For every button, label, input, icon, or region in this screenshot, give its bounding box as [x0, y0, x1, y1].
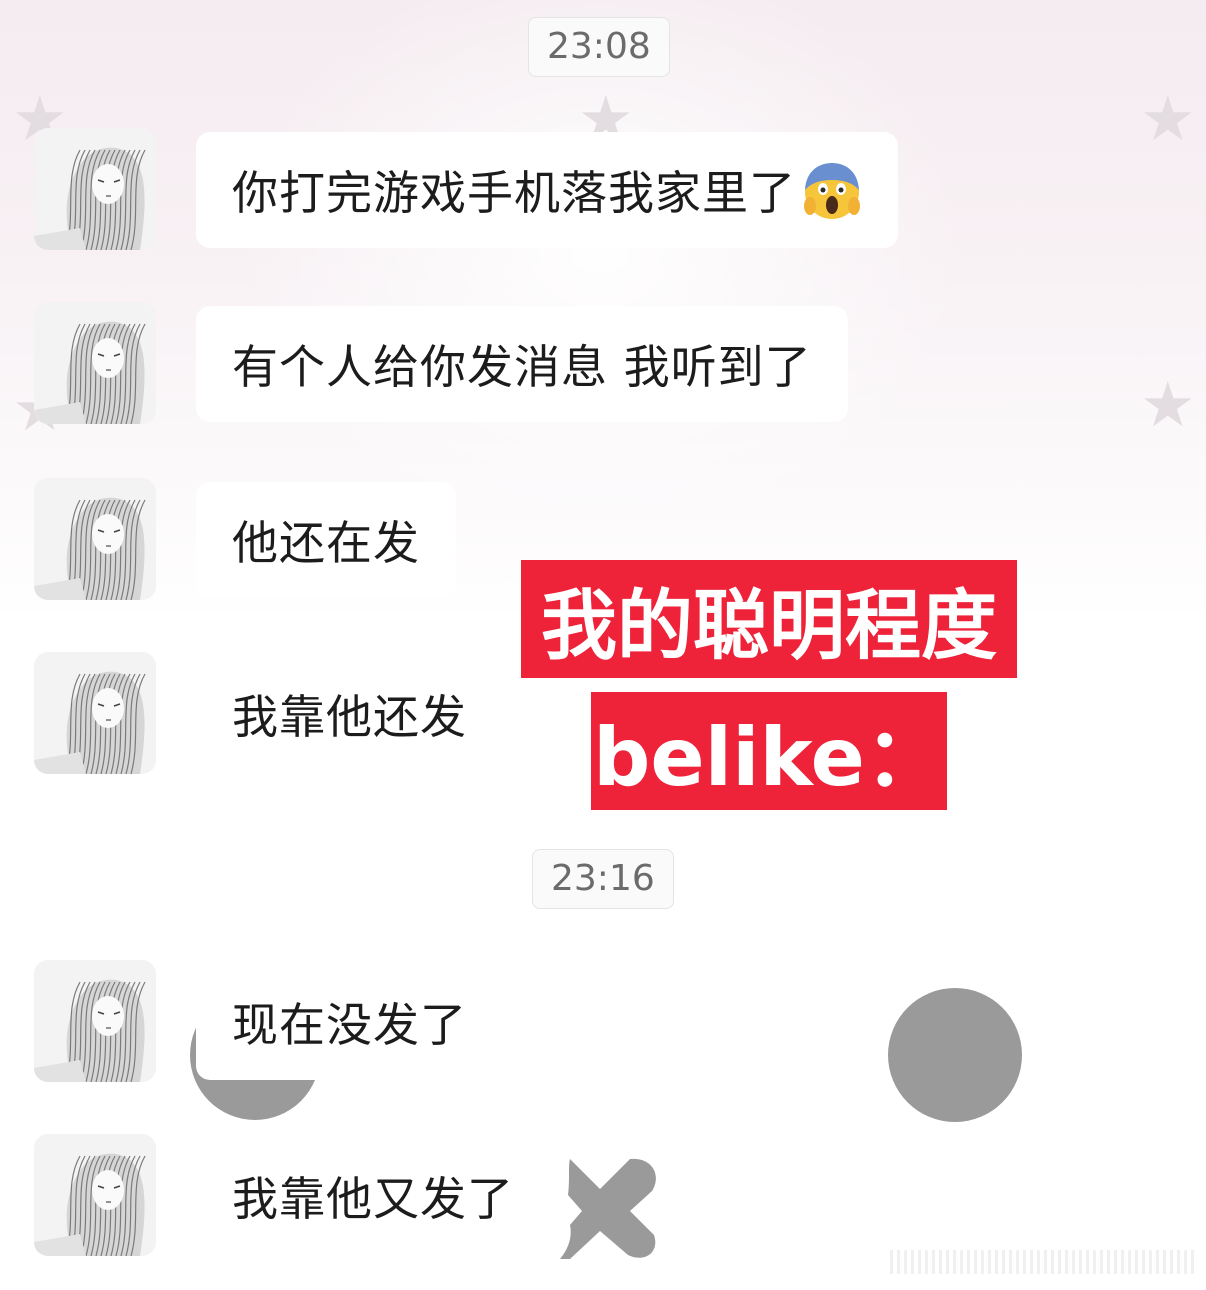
message-text: 我靠他又发了: [232, 1172, 514, 1226]
message-text: 我靠他还发: [232, 690, 467, 744]
message-bubble[interactable]: 有个人给你发消息 我听到了: [196, 306, 848, 422]
star-decoration-icon: ★: [1140, 368, 1196, 441]
message-text: 他还在发: [232, 516, 420, 570]
watermark-strip: [890, 1250, 1195, 1274]
overlay-caption-line1: 我的聪明程度: [521, 560, 1017, 678]
gray-circle-shape: [888, 988, 1022, 1122]
avatar-sketch-icon: [34, 478, 156, 600]
timestamp: 23:08: [528, 17, 670, 77]
message-bubble[interactable]: 我靠他还发: [196, 656, 503, 772]
avatar[interactable]: [34, 478, 156, 600]
star-decoration-icon: ★: [1140, 82, 1196, 155]
avatar[interactable]: [34, 652, 156, 774]
timestamp: 23:16: [532, 849, 674, 909]
avatar-sketch-icon: [34, 652, 156, 774]
avatar[interactable]: [34, 960, 156, 1082]
overlay-caption-line2: belike：: [591, 692, 947, 810]
avatar[interactable]: [34, 128, 156, 250]
avatar-sketch-icon: [34, 128, 156, 250]
message-bubble[interactable]: 我靠他又发了: [196, 1138, 550, 1254]
avatar[interactable]: [34, 302, 156, 424]
avatar-sketch-icon: [34, 960, 156, 1082]
message-bubble[interactable]: 他还在发: [196, 482, 456, 598]
message-text: 有个人给你发消息 我听到了: [232, 340, 812, 394]
screaming-face-emoji-icon: [804, 163, 860, 219]
message-bubble[interactable]: 现在没发了: [196, 964, 503, 1080]
gray-x-shape: [560, 1158, 656, 1259]
message-text: 现在没发了: [232, 998, 467, 1052]
avatar[interactable]: [34, 1134, 156, 1256]
avatar-sketch-icon: [34, 302, 156, 424]
message-bubble[interactable]: 你打完游戏手机落我家里了: [196, 132, 898, 248]
message-text: 你打完游戏手机落我家里了: [232, 166, 796, 220]
avatar-sketch-icon: [34, 1134, 156, 1256]
